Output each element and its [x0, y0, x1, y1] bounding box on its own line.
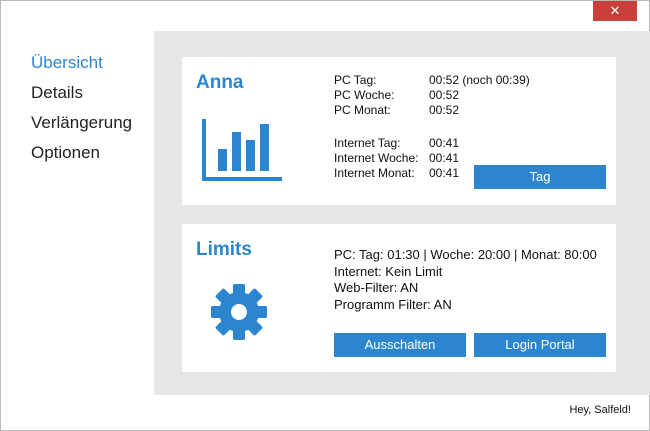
main-panel: Anna PC Tag: 00:52 (noch 00:39) PC Woche:… — [154, 31, 650, 395]
limits-list: PC: Tag: 01:30 | Woche: 20:00 | Monat: 8… — [334, 247, 597, 313]
close-icon[interactable]: ✕ — [610, 3, 621, 18]
stat-value: 00:41 — [429, 136, 460, 150]
user-card: Anna PC Tag: 00:52 (noch 00:39) PC Woche:… — [182, 57, 616, 205]
limits-title: Limits — [196, 239, 252, 260]
app-window: ✕ Übersicht Details Verlängerung Optione… — [0, 0, 650, 431]
bar-chart-icon — [202, 119, 282, 181]
limit-pc: PC: Tag: 01:30 | Woche: 20:00 | Monat: 8… — [334, 247, 597, 262]
stat-value: 00:41 — [429, 166, 460, 180]
limit-program-filter: Programm Filter: AN — [334, 296, 452, 312]
nav-item-uebersicht[interactable]: Übersicht — [31, 53, 132, 83]
stat-row: PC Woche: 00:52 — [334, 88, 530, 103]
nav-item-optionen[interactable]: Optionen — [31, 143, 132, 173]
sidebar-nav: Übersicht Details Verlängerung Optionen — [31, 53, 132, 173]
login-portal-button[interactable]: Login Portal — [474, 333, 606, 357]
stat-row: Internet Woche: 00:41 — [334, 151, 530, 166]
stat-label: Internet Monat: — [334, 166, 415, 180]
stat-value: 00:52 — [429, 103, 460, 117]
disable-button[interactable]: Ausschalten — [334, 333, 466, 357]
user-name: Anna — [196, 72, 244, 93]
stat-value: 00:52 (noch 00:39) — [429, 73, 530, 87]
stat-value: 00:41 — [429, 151, 460, 165]
limit-internet: Internet: Kein Limit — [334, 263, 443, 279]
nav-item-details[interactable]: Details — [31, 83, 132, 113]
footer-text: Hey, Salfeld! — [569, 404, 631, 416]
stat-row: PC Monat: 00:52 — [334, 103, 530, 118]
stat-label: PC Monat: — [334, 103, 391, 117]
stat-value: 00:52 — [429, 88, 460, 102]
stat-label: PC Woche: — [334, 88, 395, 102]
nav-item-verlaengerung[interactable]: Verlängerung — [31, 113, 132, 143]
stat-row: Internet Tag: 00:41 — [334, 136, 530, 151]
limits-card: Limits PC: Tag: 01:30 | Woche: 20:00 | M… — [182, 224, 616, 372]
stat-label: PC Tag: — [334, 73, 377, 87]
tag-button[interactable]: Tag — [474, 165, 606, 189]
stat-row: PC Tag: 00:52 (noch 00:39) — [334, 73, 530, 88]
limit-web-filter: Web-Filter: AN — [334, 280, 419, 295]
gear-icon — [211, 284, 267, 340]
close-button[interactable]: ✕ — [593, 1, 637, 21]
stat-label: Internet Tag: — [334, 136, 401, 150]
stat-label: Internet Woche: — [334, 151, 419, 165]
